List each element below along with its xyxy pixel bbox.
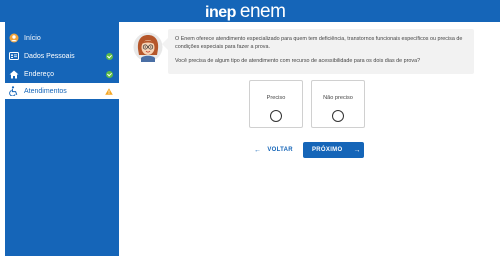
sidebar-item-atendimentos[interactable]: Atendimentos	[5, 83, 119, 99]
info-message-box: O Enem oferece atendimento especializado…	[168, 29, 474, 74]
sidebar-item-endereco[interactable]: Endereço	[5, 66, 119, 82]
message-line-1: O Enem oferece atendimento especializado…	[175, 36, 463, 42]
option-nao-preciso-card[interactable]: Não preciso	[311, 80, 365, 128]
arrow-left-icon: ←	[254, 146, 262, 154]
sidebar: Início Dados Pessoais Endereço Atendimen…	[5, 22, 119, 256]
logo-enem-text: enem	[239, 1, 286, 22]
warning-icon	[105, 87, 113, 95]
header-bar: inep enem	[0, 0, 500, 22]
back-button[interactable]: ← VOLTAR	[254, 144, 293, 156]
next-button-label: PRÓXIMO	[312, 147, 343, 153]
option-label: Não preciso	[323, 95, 353, 101]
next-button[interactable]: PRÓXIMO →	[303, 142, 364, 158]
inep-enem-logo: inep enem	[205, 1, 286, 22]
radio-nao-preciso[interactable]	[332, 110, 344, 122]
sidebar-item-label: Dados Pessoais	[24, 52, 75, 60]
check-complete-icon	[105, 70, 113, 78]
message-question: Você precisa de algum tipo de atendiment…	[175, 58, 421, 64]
option-label: Preciso	[266, 95, 286, 101]
check-complete-icon	[105, 52, 113, 60]
sidebar-item-label: Atendimentos	[24, 87, 67, 95]
accessibility-icon	[9, 86, 19, 96]
sidebar-item-label: Endereço	[24, 70, 54, 78]
sidebar-item-label: Início	[24, 34, 41, 42]
page: inep enem Início Dados Pessoais Endereço	[0, 0, 500, 256]
arrow-right-icon: →	[353, 146, 361, 154]
radio-preciso[interactable]	[270, 110, 282, 122]
user-circle-icon	[9, 33, 19, 43]
sidebar-item-inicio[interactable]: Início	[5, 30, 119, 46]
sidebar-item-dados-pessoais[interactable]: Dados Pessoais	[5, 48, 119, 64]
home-icon	[9, 69, 19, 79]
message-line-2: condições especiais para fazer a prova.	[175, 44, 270, 50]
logo-inep-text: inep	[205, 4, 236, 21]
back-button-label: VOLTAR	[267, 147, 293, 153]
assistant-avatar	[133, 32, 163, 62]
id-card-icon	[9, 51, 19, 61]
option-preciso-card[interactable]: Preciso	[249, 80, 303, 128]
